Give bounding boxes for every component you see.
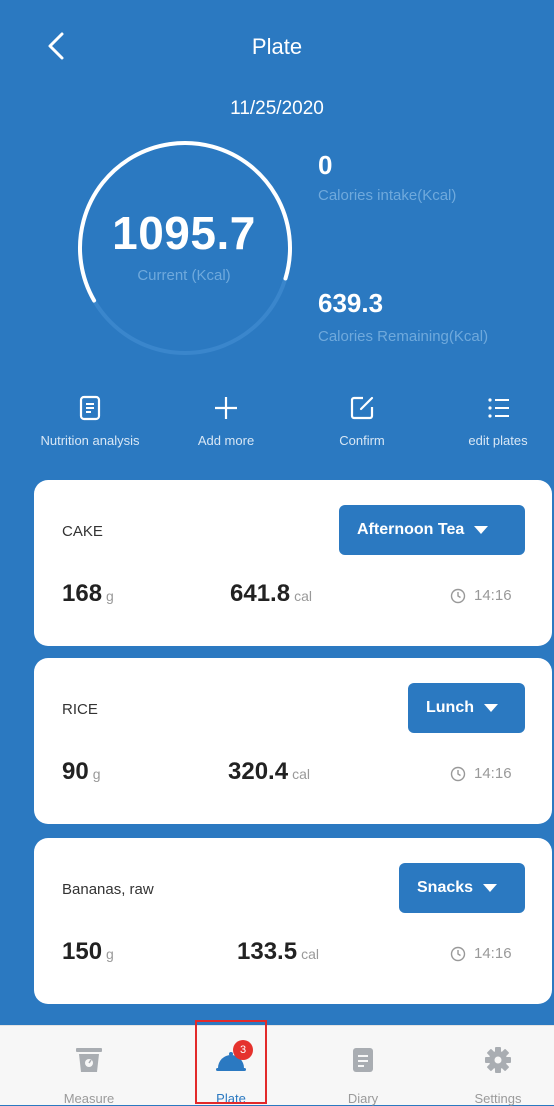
nutrition-analysis-button[interactable]: Nutrition analysis [20,395,160,448]
calories-value: 133.5 [237,938,298,965]
food-time: 14:16 [450,587,512,604]
weight-unit: g [92,766,101,782]
edit-icon [350,396,374,420]
calories-intake-value: 0 [318,150,333,180]
time-value: 14:16 [474,587,512,604]
app-header: Plate [0,0,554,90]
weight-value: 90 [62,758,89,785]
calories-unit: cal [294,588,312,604]
plus-icon [215,397,237,419]
caret-down-icon [474,526,489,534]
calories-intake-label: Calories intake(Kcal) [318,187,457,204]
calories-value: 320.4 [228,758,289,785]
weight-value: 150 [62,938,103,965]
caret-down-icon [483,884,498,892]
scale-icon [76,1048,102,1072]
caret-down-icon [484,704,498,712]
food-weight: 90 g [62,758,101,786]
meal-type-label: Afternoon Tea [357,521,465,538]
time-value: 14:16 [474,765,512,782]
tab-settings[interactable]: Settings [438,1026,554,1106]
food-card[interactable]: Bananas, raw Snacks 150 g 133.5 cal 14:16 [34,838,552,1004]
food-card[interactable]: RICE Lunch 90 g 320.4 cal 14:16 [34,658,552,824]
current-kcal-label: Current (Kcal) [137,267,231,284]
diary-icon [353,1048,373,1072]
meal-type-dropdown[interactable]: Afternoon Tea [339,505,525,555]
weight-unit: g [106,946,114,962]
food-weight: 150 g [62,938,114,966]
page-title: Plate [251,34,303,59]
add-more-label: Add more [197,433,255,448]
food-calories: 133.5 cal [237,938,319,966]
nutrition-analysis-label: Nutrition analysis [40,433,140,448]
calories-remaining-label: Calories Remaining(Kcal) [318,328,489,345]
meal-type-dropdown[interactable]: Lunch [408,683,525,733]
food-time: 14:16 [450,945,512,962]
confirm-button[interactable]: Confirm [292,395,432,448]
time-value: 14:16 [474,945,512,962]
active-tab-highlight [195,1020,267,1104]
food-name: Bananas, raw [62,881,154,898]
calories-unit: cal [301,946,319,962]
confirm-label: Confirm [339,433,385,448]
food-name: RICE [62,701,98,718]
add-more-button[interactable]: Add more [156,395,296,448]
food-card[interactable]: CAKE Afternoon Tea 168 g 641.8 cal 14:16 [34,480,552,646]
tab-diary[interactable]: Diary [303,1026,423,1106]
edit-plates-button[interactable]: edit plates [428,395,554,448]
food-calories: 641.8 cal [230,580,312,608]
gear-icon [485,1047,511,1073]
clock-icon [450,588,466,603]
food-name: CAKE [62,523,103,540]
document-icon [79,395,101,421]
meal-type-label: Snacks [417,879,474,896]
calories-unit: cal [292,766,310,782]
food-time: 14:16 [450,765,512,782]
bottom-tab-bar: Measure 3 Plate Diary Settings [0,1025,554,1106]
current-kcal-value: 1095.7 [112,207,256,259]
weight-unit: g [106,588,114,604]
date-label: 11/25/2020 [230,98,324,119]
calories-remaining-value: 639.3 [318,288,384,318]
weight-value: 168 [62,580,103,607]
calories-value: 641.8 [230,580,291,607]
meal-type-label: Lunch [426,699,474,716]
food-weight: 168 g [62,580,114,608]
list-icon [488,398,509,418]
clock-icon [450,946,466,961]
tab-measure[interactable]: Measure [29,1026,149,1106]
edit-plates-label: edit plates [468,433,528,448]
clock-icon [450,766,466,781]
food-calories: 320.4 cal [228,758,310,786]
meal-type-dropdown[interactable]: Snacks [399,863,525,913]
